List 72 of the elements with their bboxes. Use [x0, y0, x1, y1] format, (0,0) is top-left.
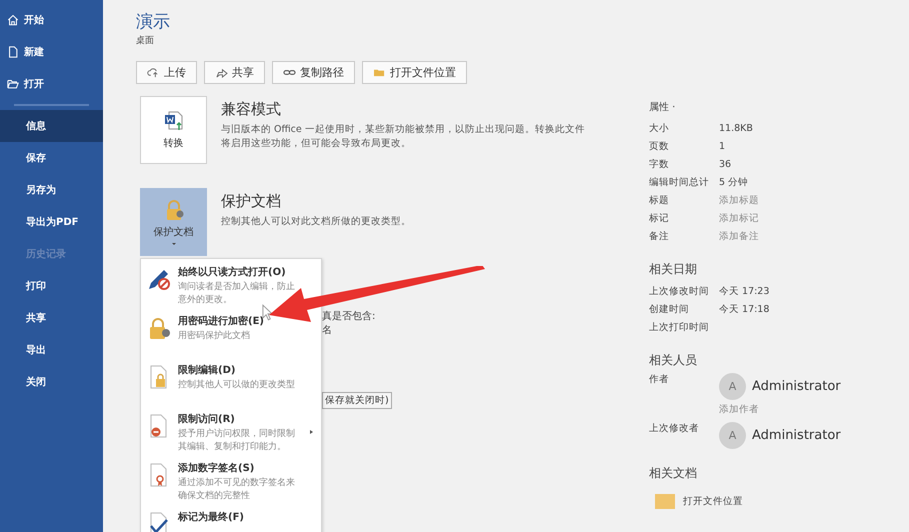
property-label: 标题: [649, 194, 670, 206]
folder-icon: [655, 494, 675, 509]
property-value: 11.8KB: [719, 122, 753, 134]
lock-icon: [147, 316, 171, 340]
sidebar-item[interactable]: 共享: [0, 302, 103, 334]
sidebar-item[interactable]: 新建: [0, 36, 103, 68]
menu-item[interactable]: 用密码进行加密(E) 用密码保护此文档: [141, 312, 321, 361]
word-document-icon: [162, 110, 184, 132]
action-button[interactable]: 复制路径: [272, 61, 355, 84]
document-icon: [7, 46, 19, 58]
document-title: 演示: [136, 11, 171, 33]
avatar: A: [719, 373, 746, 400]
dropdown-caret-icon: [172, 243, 176, 245]
sidebar-item[interactable]: 打开: [0, 68, 103, 100]
property-value: 36: [719, 158, 732, 170]
open-file-location-link[interactable]: 打开文件位置: [683, 495, 743, 508]
menu-item[interactable]: 限制编辑(D) 控制其他人可以做的更改类型: [141, 361, 321, 410]
share-icon: [215, 67, 228, 78]
folder-icon: [373, 67, 386, 78]
related-dates-heading: 相关日期: [649, 261, 698, 278]
action-button[interactable]: 共享: [204, 61, 265, 84]
sidebar-item[interactable]: 保存: [0, 142, 103, 174]
person-name: Administrator: [752, 428, 841, 443]
pencil-icon: [147, 267, 171, 291]
sidebar-item[interactable]: 关闭: [0, 366, 103, 398]
date-label: 上次打印时间: [649, 320, 710, 334]
related-people-heading: 相关人员: [649, 352, 698, 369]
document-location: 桌面: [136, 34, 155, 47]
property-label: 编辑时间总计: [649, 176, 710, 188]
section-description: 控制其他人可以对此文档所做的更改类型。: [221, 215, 412, 229]
date-value: 今天 17:23: [719, 284, 770, 298]
property-label: 页数: [649, 140, 670, 152]
author-label: 作者: [649, 373, 670, 386]
cloud-upload-icon: [147, 67, 160, 78]
section-description: 与旧版本的 Office 一起使用时，某些新功能被禁用，以防止出现问题。转换此文件将启用这些功能，但可能会导致布局更改。: [221, 123, 586, 151]
related-documents-heading: 相关文档: [649, 465, 698, 482]
property-value: 1: [719, 140, 726, 152]
section-button[interactable]: 保护文档: [140, 188, 207, 256]
sidebar-item[interactable]: 导出为PDF: [0, 206, 103, 238]
person-name: Administrator: [752, 379, 841, 394]
action-button[interactable]: 打开文件位置: [362, 61, 467, 84]
section-title: 兼容模式: [221, 100, 282, 119]
modifier-label: 上次修改者: [649, 422, 700, 435]
sidebar-item[interactable]: 开始: [0, 4, 103, 36]
inspect-description: 真是否包含:: [322, 310, 376, 324]
section-button[interactable]: 转换: [140, 96, 207, 164]
avatar: A: [719, 422, 746, 449]
inspect-list-item: 名: [322, 324, 333, 338]
link-icon: [283, 67, 296, 78]
manage-button[interactable]: 保存就关闭时): [322, 392, 392, 409]
sidebar-item[interactable]: 导出: [0, 334, 103, 366]
sidebar-item[interactable]: 另存为: [0, 174, 103, 206]
menu-item[interactable]: 限制访问(R) 授予用户访问权限，同时限制其编辑、复制和打印能力。: [141, 410, 321, 459]
action-button[interactable]: 上传: [136, 61, 197, 84]
date-value: 今天 17:18: [719, 302, 770, 316]
properties-heading[interactable]: 属性 ·: [649, 100, 909, 114]
date-label: 上次修改时间: [649, 284, 710, 298]
property-label: 备注: [649, 230, 670, 242]
property-value: 5 分钟: [719, 176, 748, 188]
menu-item[interactable]: 始终以只读方式打开(O) 询问读者是否加入编辑，防止意外的更改。: [141, 263, 321, 312]
property-label: 大小: [649, 122, 670, 134]
mouse-pointer-icon: [262, 304, 273, 321]
sidebar-item[interactable]: 信息: [0, 110, 103, 142]
property-label: 标记: [649, 212, 670, 224]
property-label: 字数: [649, 158, 670, 170]
menu-item[interactable]: 添加数字签名(S) 通过添加不可见的数字签名来确保文档的完整性: [141, 459, 321, 508]
home-icon: [7, 14, 19, 26]
section-title: 保护文档: [221, 192, 282, 211]
folder-icon: [7, 78, 19, 90]
date-label: 创建时间: [649, 302, 690, 316]
menu-item[interactable]: 标记为最终(F): [141, 508, 321, 532]
sidebar-item[interactable]: 打印: [0, 270, 103, 302]
